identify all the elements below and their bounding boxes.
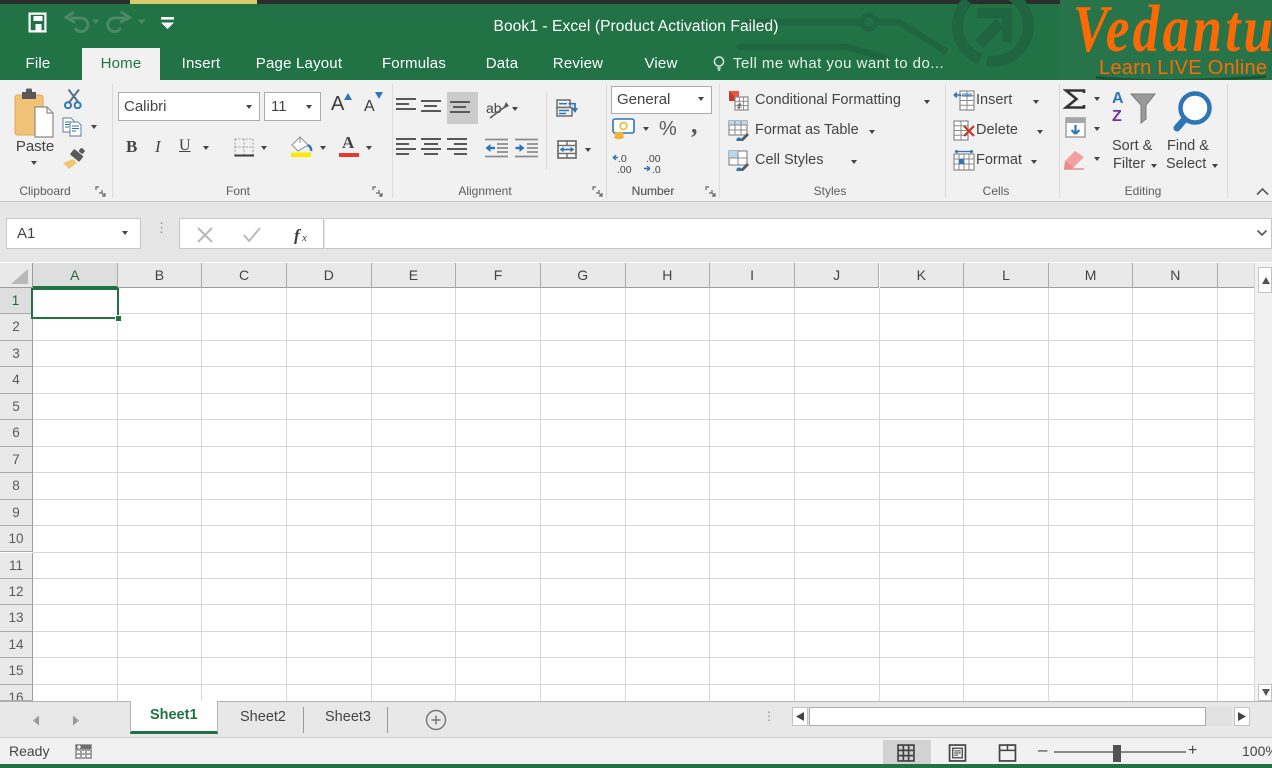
- svg-text:f: f: [294, 226, 302, 244]
- svg-text:.0: .0: [652, 164, 661, 174]
- svg-text:ab: ab: [486, 100, 502, 116]
- svg-text:x: x: [301, 232, 307, 244]
- svg-text:≠: ≠: [737, 101, 742, 111]
- svg-text:.00: .00: [617, 164, 632, 174]
